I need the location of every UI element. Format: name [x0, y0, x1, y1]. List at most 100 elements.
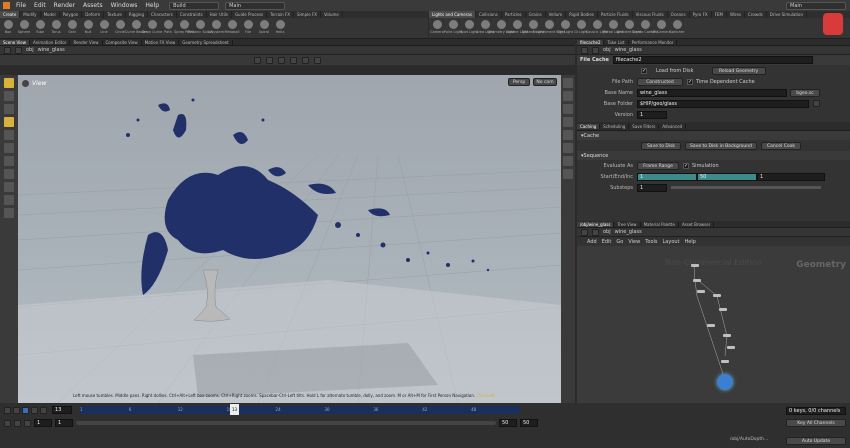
pane-tab[interactable]: Model	[41, 11, 60, 18]
pane-tab[interactable]: Texture	[104, 11, 126, 18]
pane-tab[interactable]: Particle Fluids	[598, 11, 633, 18]
network-node[interactable]	[713, 294, 721, 297]
cache-section[interactable]: ▾ Cache	[577, 131, 850, 140]
substeps-slider[interactable]	[671, 186, 821, 189]
key-all-channels-button[interactable]: Key All Channels	[786, 419, 846, 427]
rotate-tool-icon[interactable]	[278, 56, 285, 64]
view-menu-icon[interactable]	[22, 80, 29, 87]
range-start-param[interactable]: 1	[637, 172, 697, 181]
scale-tool-icon[interactable]	[290, 56, 297, 64]
shelf-tool-button[interactable]: Switcher	[669, 18, 685, 34]
network-menu-item[interactable]: Add	[587, 239, 597, 245]
magnet-icon[interactable]	[4, 195, 14, 205]
pane-tab[interactable]: Volume	[321, 11, 343, 18]
object-select-icon[interactable]	[4, 208, 14, 218]
pane-tab[interactable]: Wires	[727, 11, 746, 18]
shelf-tool-button[interactable]: Torus	[48, 18, 64, 34]
shelf-tool-button[interactable]: Tube	[32, 18, 48, 34]
pane-tab[interactable]: Advanced	[659, 123, 687, 129]
shelf-tool-button[interactable]: Metaball	[224, 18, 240, 34]
pane-tab[interactable]: Rigging	[126, 11, 148, 18]
shelf-tool-button[interactable]: Sky Light	[557, 18, 573, 34]
net-back-icon[interactable]	[581, 228, 588, 236]
substeps-field[interactable]: 1	[637, 183, 667, 192]
pane-tab[interactable]: Simple FX	[294, 11, 321, 18]
menu-file[interactable]: File	[12, 2, 30, 9]
pane-tab[interactable]: Constraints	[177, 11, 207, 18]
pane-tab[interactable]: Asset Browser	[679, 221, 715, 227]
shelf-tool-button[interactable]: Null	[80, 18, 96, 34]
move-tool-icon[interactable]	[266, 56, 273, 64]
menu-edit[interactable]: Edit	[30, 2, 50, 9]
pane-tab[interactable]: Rigid Bodies	[566, 11, 598, 18]
reload-geometry-button[interactable]: Reload Geometry	[711, 66, 766, 75]
network-node[interactable]	[727, 346, 735, 349]
pane-tab[interactable]: Animation Editor	[30, 39, 71, 45]
simulation-checkbox[interactable]: ✓	[683, 162, 689, 169]
shelf-tool-button[interactable]: VR Camera	[651, 18, 671, 34]
stop-icon[interactable]	[22, 406, 29, 414]
pane-tab[interactable]: Viscous Fluids	[633, 11, 668, 18]
shelf-tool-button[interactable]: Spiral	[256, 18, 272, 34]
desktop-select[interactable]: Build	[169, 1, 220, 10]
pane-tab[interactable]: Characters	[148, 11, 177, 18]
network-canvas[interactable]: Non-Commercial Edition Geometry	[577, 246, 850, 394]
frame-slider[interactable]: 1612182430364248 13	[80, 404, 520, 415]
pane-tab[interactable]: Performance Monitor	[629, 39, 678, 45]
view-icon[interactable]	[4, 91, 14, 101]
shelf-tool-button[interactable]: Box	[0, 18, 16, 34]
menu-help[interactable]: Help	[141, 2, 163, 9]
pane-tab[interactable]: Lights and Cameras	[429, 11, 476, 18]
path-obj[interactable]: obj	[26, 47, 34, 53]
pane-tab[interactable]: Hair Utils	[207, 11, 232, 18]
pane-tab[interactable]: Take List	[604, 39, 629, 45]
context-select[interactable]: Main	[225, 1, 286, 10]
shelf-tool-button[interactable]: Draw Curve	[142, 18, 162, 34]
pane-tab[interactable]: Terrain FX	[267, 11, 295, 18]
pane-tab[interactable]: Crowds	[745, 11, 767, 18]
pane-tab[interactable]: Oceans	[668, 11, 690, 18]
pane-tab[interactable]: FEM	[712, 11, 727, 18]
evaluate-select[interactable]: Frame Range	[637, 161, 679, 170]
base-folder-field[interactable]: $HIP/geo/glass	[637, 99, 809, 108]
jump-end-icon[interactable]	[40, 406, 47, 414]
param-forward-icon[interactable]	[592, 46, 599, 54]
range-start-field[interactable]: 1	[34, 419, 52, 427]
pane-tab[interactable]: Caching	[577, 123, 601, 129]
file-path-mode-select[interactable]: Constructed	[637, 77, 683, 86]
cancel-cook-button[interactable]: Cancel Cook	[761, 141, 801, 150]
filecache-node-selected[interactable]	[717, 374, 733, 390]
save-to-disk-button[interactable]: Save to Disk	[641, 141, 681, 150]
param-back-icon[interactable]	[581, 46, 588, 54]
scene-viewport[interactable]: View Persp No cam Left mouse tumbles. Mi…	[18, 75, 561, 403]
pane-tab[interactable]: Guide Process	[232, 11, 268, 18]
frame-marker[interactable]: 13	[230, 404, 239, 415]
pane-tab[interactable]: Scene View	[0, 39, 30, 45]
network-menu-item[interactable]: Tools	[645, 239, 657, 245]
shelf-tool-button[interactable]: Environment Light	[533, 18, 565, 34]
pane-tab[interactable]: Scheduling	[600, 123, 630, 129]
shelf-tool-button[interactable]: Sphere	[16, 18, 32, 34]
pane-tab[interactable]: Geometry Spreadsheet	[179, 39, 233, 45]
forward-icon[interactable]	[15, 46, 22, 54]
network-node[interactable]	[707, 324, 715, 327]
audio-icon[interactable]	[24, 419, 31, 427]
shelf-tool-button[interactable]: Point Light	[444, 18, 462, 34]
save-background-button[interactable]: Save to Disk in Background	[685, 141, 757, 150]
pane-tab[interactable]: Collisions	[476, 11, 502, 18]
current-frame-field[interactable]: 13	[52, 406, 72, 414]
cam-menu[interactable]: No cam	[533, 78, 557, 86]
point-select-icon[interactable]	[4, 143, 14, 153]
pane-tab[interactable]: /obj/wine_glass	[577, 221, 615, 227]
sequence-section[interactable]: ▾ Sequence	[577, 151, 850, 160]
range-end-field[interactable]: 50	[499, 419, 517, 427]
primitive-select-icon[interactable]	[4, 169, 14, 179]
pane-tab[interactable]: Pyro FX	[690, 11, 712, 18]
guides-icon[interactable]	[563, 169, 573, 179]
range-slider[interactable]	[76, 421, 496, 425]
param-path-wine-glass[interactable]: wine_glass	[615, 47, 642, 53]
play-back-icon[interactable]	[13, 406, 20, 414]
handle-icon[interactable]	[4, 117, 14, 127]
node-name-field[interactable]: filecache2	[612, 56, 813, 64]
pane-tab[interactable]: Drive Simulation	[767, 11, 807, 18]
